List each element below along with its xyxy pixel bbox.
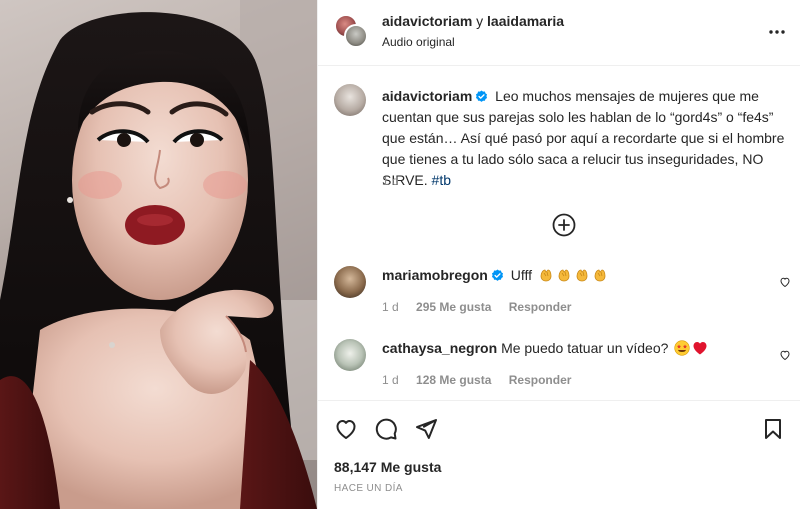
author-username[interactable]: aidavictoriam [382,13,472,29]
clapping-hands-icon [576,269,588,282]
heart-icon[interactable] [779,276,791,288]
collab-avatars[interactable] [334,14,368,48]
comment-body: cathaysa_negron Me puedo tatuar un vídeo… [382,340,708,356]
collaborator-username[interactable]: laaidamaria [487,13,564,29]
comment-text: Me puedo tatuar un vídeo? [501,340,669,356]
reply-button[interactable]: Responder [509,373,572,387]
save-icon[interactable] [761,417,785,441]
comment: mariamobregon Ufff 1 d 295 Me gusta Resp… [318,262,800,322]
verified-icon [476,90,488,102]
caption-hashtag[interactable]: #tb [432,172,451,188]
post-caption: aidavictoriam Leo muchos mensajes de muj… [382,86,792,191]
verified-icon [491,269,503,281]
video-frame-illustration [0,0,317,509]
comment-body: mariamobregon Ufff [382,267,608,283]
audio-label[interactable]: Audio original [382,35,455,49]
share-icon[interactable] [414,417,438,441]
comment-username[interactable]: mariamobregon [382,267,488,283]
post-authors: aidavictoriam y laaidamaria [382,13,564,29]
avatar[interactable] [344,24,368,48]
red-heart-icon [693,342,707,355]
clapping-hands-icon [558,269,570,282]
post-video[interactable] [0,0,317,509]
comment-time[interactable]: 1 d [382,373,399,387]
post-timestamp[interactable]: HACE UN DÍA [334,483,403,494]
comment-meta: 1 d 128 Me gusta Responder [382,373,585,387]
heart-icon[interactable] [779,349,791,361]
authors-joiner: y [476,13,484,29]
add-comment-icon[interactable] [552,213,576,237]
comment-icon[interactable] [374,417,398,441]
caption-time[interactable]: 1 d [382,174,399,188]
post-actions: 88,147 Me gusta HACE UN DÍA [318,400,800,508]
caption-username[interactable]: aidavictoriam [382,88,472,104]
reply-button[interactable]: Responder [509,300,572,314]
comment-time[interactable]: 1 d [382,300,399,314]
comment: cathaysa_negron Me puedo tatuar un vídeo… [318,335,800,395]
avatar[interactable] [334,84,366,116]
comment-meta: 1 d 295 Me gusta Responder [382,300,585,314]
post-header: aidavictoriam y laaidamaria Audio origin… [318,0,800,66]
comment-text: Ufff [510,267,532,283]
clapping-hands-icon [540,269,552,282]
post-dialog: aidavictoriam y laaidamaria Audio origin… [0,0,800,509]
more-icon[interactable] [767,22,787,42]
comment-likes[interactable]: 295 Me gusta [416,300,491,314]
avatar[interactable] [334,266,366,298]
comment-likes[interactable]: 128 Me gusta [416,373,491,387]
clapping-hands-icon [594,269,606,282]
comment-username[interactable]: cathaysa_negron [382,340,497,356]
post-details-panel: aidavictoriam y laaidamaria Audio origin… [317,0,800,509]
star-struck-face-icon [674,340,690,356]
like-heart-icon[interactable] [334,417,358,441]
avatar[interactable] [334,339,366,371]
post-likes-count[interactable]: 88,147 Me gusta [334,459,441,475]
